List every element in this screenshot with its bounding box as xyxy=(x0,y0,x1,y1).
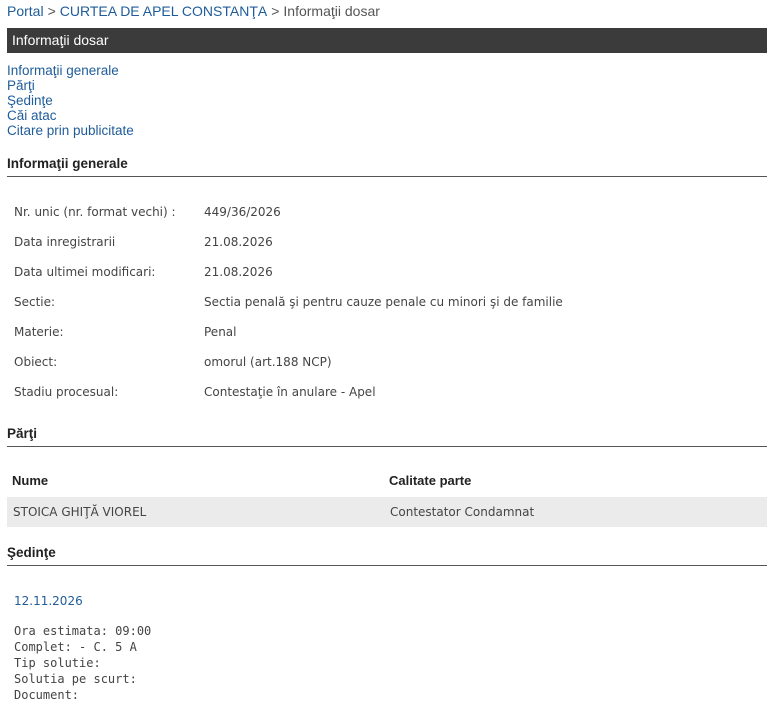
breadcrumb: Portal > CURTEA DE APEL CONSTANŢA > Informaţ… xyxy=(7,3,380,19)
nav-link-parti[interactable]: Părţi xyxy=(7,78,134,93)
session-detail: Complet: - C. 5 A xyxy=(14,640,137,654)
info-label: Nr. unic (nr. format vechi) : xyxy=(14,205,176,219)
section-heading-general: Informaţii generale xyxy=(7,156,767,177)
info-value: Sectia penală şi pentru cauze penale cu … xyxy=(204,295,563,309)
info-label: Stadiu procesual: xyxy=(14,385,119,399)
party-role: Contestator Condamnat xyxy=(390,505,535,519)
info-value: 21.08.2026 xyxy=(204,235,273,249)
page-title: Informaţii dosar xyxy=(12,32,109,48)
table-header-name: Nume xyxy=(12,473,49,488)
session-detail: Solutia pe scurt: xyxy=(14,672,137,686)
nav-link-cai-atac[interactable]: Căi atac xyxy=(7,108,134,123)
info-label: Materie: xyxy=(14,325,64,339)
nav-link-citare-publicitate[interactable]: Citare prin publicitate xyxy=(7,123,134,138)
page-title-bar: Informaţii dosar xyxy=(7,28,767,53)
session-detail: Tip solutie: xyxy=(14,656,101,670)
session-detail: Document: xyxy=(14,688,80,702)
section-nav: Informaţii generale Părţi Şedinţe Căi at… xyxy=(7,63,134,138)
section-heading-sedinte: Şedinţe xyxy=(7,545,767,566)
info-value: Contestaţie în anulare - Apel xyxy=(204,385,376,399)
info-label: Obiect: xyxy=(14,355,58,369)
breadcrumb-current: Informaţii dosar xyxy=(283,3,380,19)
table-row: STOICA GHIŢĂ VIOREL Contestator Condamna… xyxy=(7,497,767,527)
info-value: 21.08.2026 xyxy=(204,265,273,279)
info-value: omorul (art.188 NCP) xyxy=(204,355,332,369)
breadcrumb-portal-link[interactable]: Portal xyxy=(7,3,44,19)
section-heading-parti: Părţi xyxy=(7,426,767,447)
table-header-role: Calitate parte xyxy=(389,473,472,488)
info-value: 449/36/2026 xyxy=(204,205,281,219)
nav-link-informatii-generale[interactable]: Informaţii generale xyxy=(7,63,134,78)
info-label: Data ultimei modificari: xyxy=(14,265,156,279)
nav-link-sedinte[interactable]: Şedinţe xyxy=(7,93,134,108)
breadcrumb-court-link[interactable]: CURTEA DE APEL CONSTANŢA xyxy=(60,3,267,19)
session-detail: Ora estimata: 09:00 xyxy=(14,624,152,638)
party-name: STOICA GHIŢĂ VIOREL xyxy=(13,505,147,519)
breadcrumb-separator: > xyxy=(271,3,280,19)
page: Portal > CURTEA DE APEL CONSTANŢA > Informaţ… xyxy=(0,0,771,708)
info-value: Penal xyxy=(204,325,237,339)
info-label: Data inregistrarii xyxy=(14,235,116,249)
breadcrumb-separator: > xyxy=(47,3,56,19)
session-date: 12.11.2026 xyxy=(14,594,83,608)
info-label: Sectie: xyxy=(14,295,56,309)
